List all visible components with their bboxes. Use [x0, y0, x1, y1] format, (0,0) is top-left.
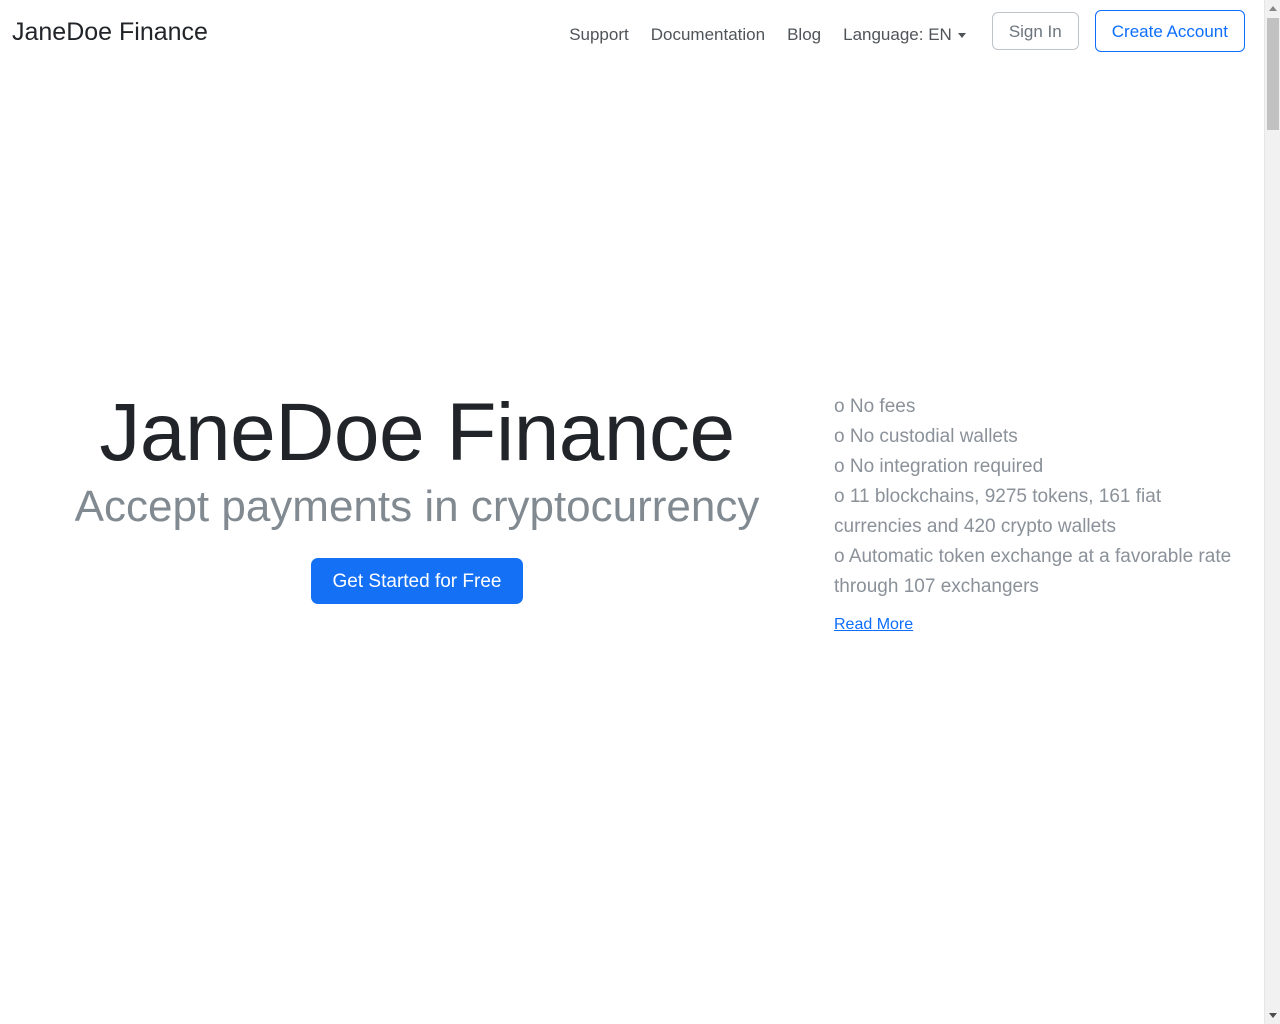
list-item-label: Automatic token exchange at a favorable …	[834, 545, 1232, 597]
hero-inner: JaneDoe Finance Accept payments in crypt…	[0, 386, 1264, 635]
list-item: o No custodial wallets	[834, 422, 1234, 452]
get-started-button[interactable]: Get Started for Free	[310, 558, 524, 605]
bullet-marker: o	[834, 545, 845, 567]
hero-section: JaneDoe Finance Accept payments in crypt…	[0, 0, 1264, 1024]
bullet-marker: o	[834, 395, 845, 417]
bullet-marker: o	[834, 485, 845, 507]
hero-left-column: JaneDoe Finance Accept payments in crypt…	[0, 386, 834, 605]
read-more-link[interactable]: Read More	[834, 615, 913, 635]
triangle-up-icon	[1269, 6, 1277, 11]
hero-title: JaneDoe Finance	[99, 386, 735, 478]
bullet-marker: o	[834, 455, 845, 477]
vertical-scrollbar[interactable]	[1264, 0, 1280, 1024]
list-item: o Automatic token exchange at a favorabl…	[834, 542, 1234, 602]
list-item-label: No integration required	[849, 455, 1044, 477]
triangle-down-icon	[1269, 1013, 1277, 1018]
hero-right-column: o No fees o No custodial wallets o No in…	[834, 390, 1234, 635]
scrollbar-down-button[interactable]	[1265, 1007, 1280, 1024]
list-item: o No fees	[834, 392, 1234, 422]
scrollbar-track[interactable]	[1265, 17, 1280, 1007]
feature-list: o No fees o No custodial wallets o No in…	[834, 392, 1234, 602]
list-item-label: No custodial wallets	[849, 425, 1018, 447]
list-item: o 11 blockchains, 9275 tokens, 161 fiat …	[834, 482, 1234, 542]
hero-cta-wrapper: Get Started for Free	[0, 558, 834, 605]
hero-subtitle: Accept payments in cryptocurrency	[74, 481, 760, 531]
list-item-label: No fees	[849, 395, 916, 417]
scrollbar-up-button[interactable]	[1265, 0, 1280, 17]
list-item-label: 11 blockchains, 9275 tokens, 161 fiat cu…	[834, 485, 1162, 537]
list-item: o No integration required	[834, 452, 1234, 482]
page-viewport: JaneDoe Finance Support Documentation Bl…	[0, 0, 1264, 1024]
scrollbar-thumb[interactable]	[1267, 18, 1279, 130]
bullet-marker: o	[834, 425, 845, 447]
